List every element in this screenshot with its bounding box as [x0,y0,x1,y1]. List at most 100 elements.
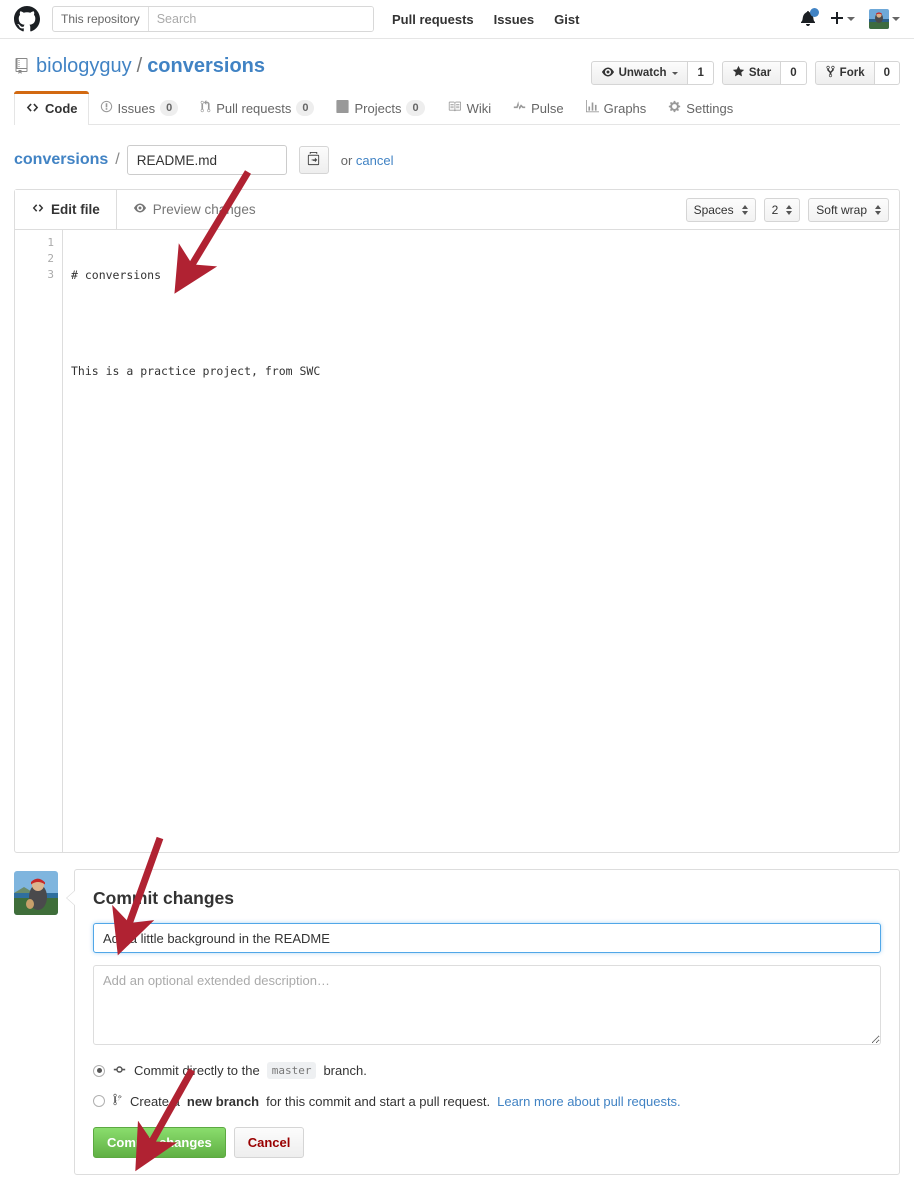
fork-icon [825,65,836,81]
tab-wiki[interactable]: Wiki [436,91,503,124]
breadcrumb-separator: / [115,151,120,168]
tab-issues-label: Issues [117,100,156,116]
search-box[interactable]: This repository [52,6,374,32]
search-input[interactable] [148,7,373,31]
repo-title-separator: / [136,55,143,77]
tab-edit-file-label: Edit file [51,202,100,217]
tab-preview-changes-label: Preview changes [152,202,256,217]
project-icon [336,100,350,116]
tab-pulse[interactable]: Pulse [502,91,575,124]
or-text: or [340,152,353,168]
tab-preview-changes[interactable]: Preview changes [117,190,272,229]
fork-count[interactable]: 0 [874,61,900,85]
git-branch-icon [112,1093,123,1109]
breadcrumb-repo-link[interactable]: conversions [14,151,108,169]
nav-gist[interactable]: Gist [554,12,579,27]
editor-tab-bar: Edit file Preview changes Spaces 2 Soft … [15,190,899,230]
new-branch-text-after: for this commit and start a pull request… [266,1093,491,1109]
commit-changes-button[interactable]: Commit changes [93,1127,226,1158]
indent-mode-select[interactable]: Spaces [685,197,756,222]
star-icon [732,65,745,81]
notification-indicator-dot [810,8,819,17]
commit-option-new-branch[interactable]: Create a new branch for this commit and … [93,1093,881,1109]
unwatch-label: Unwatch [618,67,667,79]
search-scope-label: This repository [53,7,149,31]
code-line: # conversions [71,268,162,282]
commit-direct-text-after: branch. [323,1063,367,1078]
branch-name-badge: master [266,1062,317,1079]
pull-requests-help-link[interactable]: Learn more about pull requests. [497,1094,681,1109]
code-content[interactable]: # conversions This is a practice project… [63,230,899,852]
book-icon [447,100,462,116]
tab-code-label: Code [45,101,78,116]
commit-form-buttons: Commit changes Cancel [93,1127,881,1158]
radio-commit-direct[interactable] [93,1064,105,1077]
repo-owner-link[interactable]: biologyguy [36,53,132,79]
git-commit-icon [112,1063,127,1079]
move-file-icon [306,151,321,169]
sort-arrows-icon [875,204,881,215]
tab-projects[interactable]: Projects 0 [325,91,435,124]
commit-option-direct[interactable]: Commit directly to the master branch. [93,1062,881,1079]
commit-form: Commit changes Commit directly to the ma… [66,869,900,1175]
tab-pull-requests-count: 0 [296,100,315,116]
nav-issues[interactable]: Issues [494,12,534,27]
commit-section: Commit changes Commit directly to the ma… [14,869,900,1175]
tab-pull-requests-label: Pull requests [216,100,292,116]
commit-form-title: Commit changes [93,888,234,908]
tab-graphs[interactable]: Graphs [575,91,658,124]
repo-name-link[interactable]: conversions [147,53,265,79]
cancel-button[interactable]: Cancel [233,1127,305,1158]
chevron-down-icon [892,17,900,21]
commit-message-input[interactable] [93,923,881,953]
create-new-menu[interactable] [830,10,855,29]
commit-description-input[interactable] [93,965,881,1045]
eye-icon [601,66,615,81]
new-branch-bold: new branch [186,1093,260,1109]
header-right-actions [800,0,900,38]
wrap-mode-value: Soft wrap [816,202,867,217]
move-file-button[interactable] [298,146,329,174]
indent-width-select[interactable]: 2 [763,197,801,222]
watch-count[interactable]: 1 [688,61,714,85]
tab-issues[interactable]: Issues 0 [89,91,190,124]
eye-icon [133,202,147,217]
cancel-edit-link[interactable]: cancel [356,153,394,168]
star-button[interactable]: Star [721,61,782,85]
pulse-icon [513,100,526,116]
user-menu[interactable] [869,9,900,29]
wrap-mode-select[interactable]: Soft wrap [808,197,889,222]
tab-pull-requests[interactable]: Pull requests 0 [189,91,325,124]
file-editor: Edit file Preview changes Spaces 2 Soft … [14,189,900,853]
tab-code[interactable]: Code [14,91,89,125]
bell-icon[interactable] [800,8,819,28]
new-branch-text-before: Create a [130,1093,180,1109]
star-count[interactable]: 0 [781,61,807,85]
tab-projects-label: Projects [354,100,402,116]
file-path-bar: conversions / or cancel [14,145,900,175]
fork-label: Fork [839,67,865,79]
cancel-edit-wrap: or cancel [341,153,394,168]
line-number-gutter: 1 2 3 [15,230,63,852]
fork-button[interactable]: Fork [814,61,875,85]
sort-arrows-icon [786,204,793,215]
tab-wiki-label: Wiki [466,100,492,116]
nav-pull-requests[interactable]: Pull requests [392,12,474,27]
unwatch-button[interactable]: Unwatch [590,61,689,85]
filename-input[interactable] [126,145,287,175]
global-nav: Pull requests Issues Gist [392,12,579,27]
code-icon [25,101,40,117]
chevron-down-icon [847,17,855,21]
graph-icon [585,100,599,116]
plus-icon [830,10,844,29]
github-logo-icon[interactable] [14,6,40,32]
tab-settings[interactable]: Settings [657,91,744,124]
radio-new-branch[interactable] [93,1095,105,1107]
tab-graphs-label: Graphs [603,100,647,116]
issue-opened-icon [100,100,113,116]
tab-edit-file[interactable]: Edit file [15,190,117,229]
git-pull-request-icon [200,100,211,116]
code-editor-area[interactable]: 1 2 3 # conversions This is a practice p… [15,230,899,852]
watch-button-group: Unwatch 1 [590,61,714,85]
